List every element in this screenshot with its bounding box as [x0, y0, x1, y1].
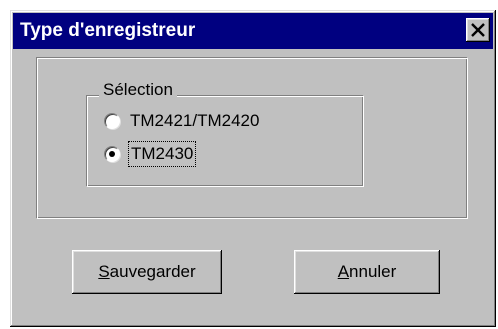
radio-button-checked[interactable] [104, 146, 120, 162]
save-button[interactable]: Sauvegarder [72, 250, 222, 294]
radio-option-tm2421-tm2420[interactable]: TM2421/TM2420 [104, 109, 259, 133]
radio-dot-icon [109, 151, 115, 157]
cancel-label-rest: nnuler [349, 262, 397, 281]
radio-label: TM2421/TM2420 [130, 111, 260, 130]
selection-legend: Sélection [99, 78, 177, 102]
window-title: Type d'enregistreur [20, 20, 196, 41]
save-label-rest: auvegarder [109, 262, 196, 281]
title-bar[interactable]: Type d'enregistreur [13, 13, 493, 49]
cancel-mnemonic: A [337, 262, 350, 281]
radio-button-unchecked[interactable] [104, 113, 120, 129]
close-button[interactable] [466, 18, 490, 42]
close-icon [471, 23, 485, 37]
radio-label: TM2430 [127, 141, 197, 167]
radio-option-tm2430[interactable]: TM2430 [104, 141, 197, 167]
save-mnemonic: S [98, 262, 110, 281]
cancel-button[interactable]: Annuler [294, 250, 440, 294]
